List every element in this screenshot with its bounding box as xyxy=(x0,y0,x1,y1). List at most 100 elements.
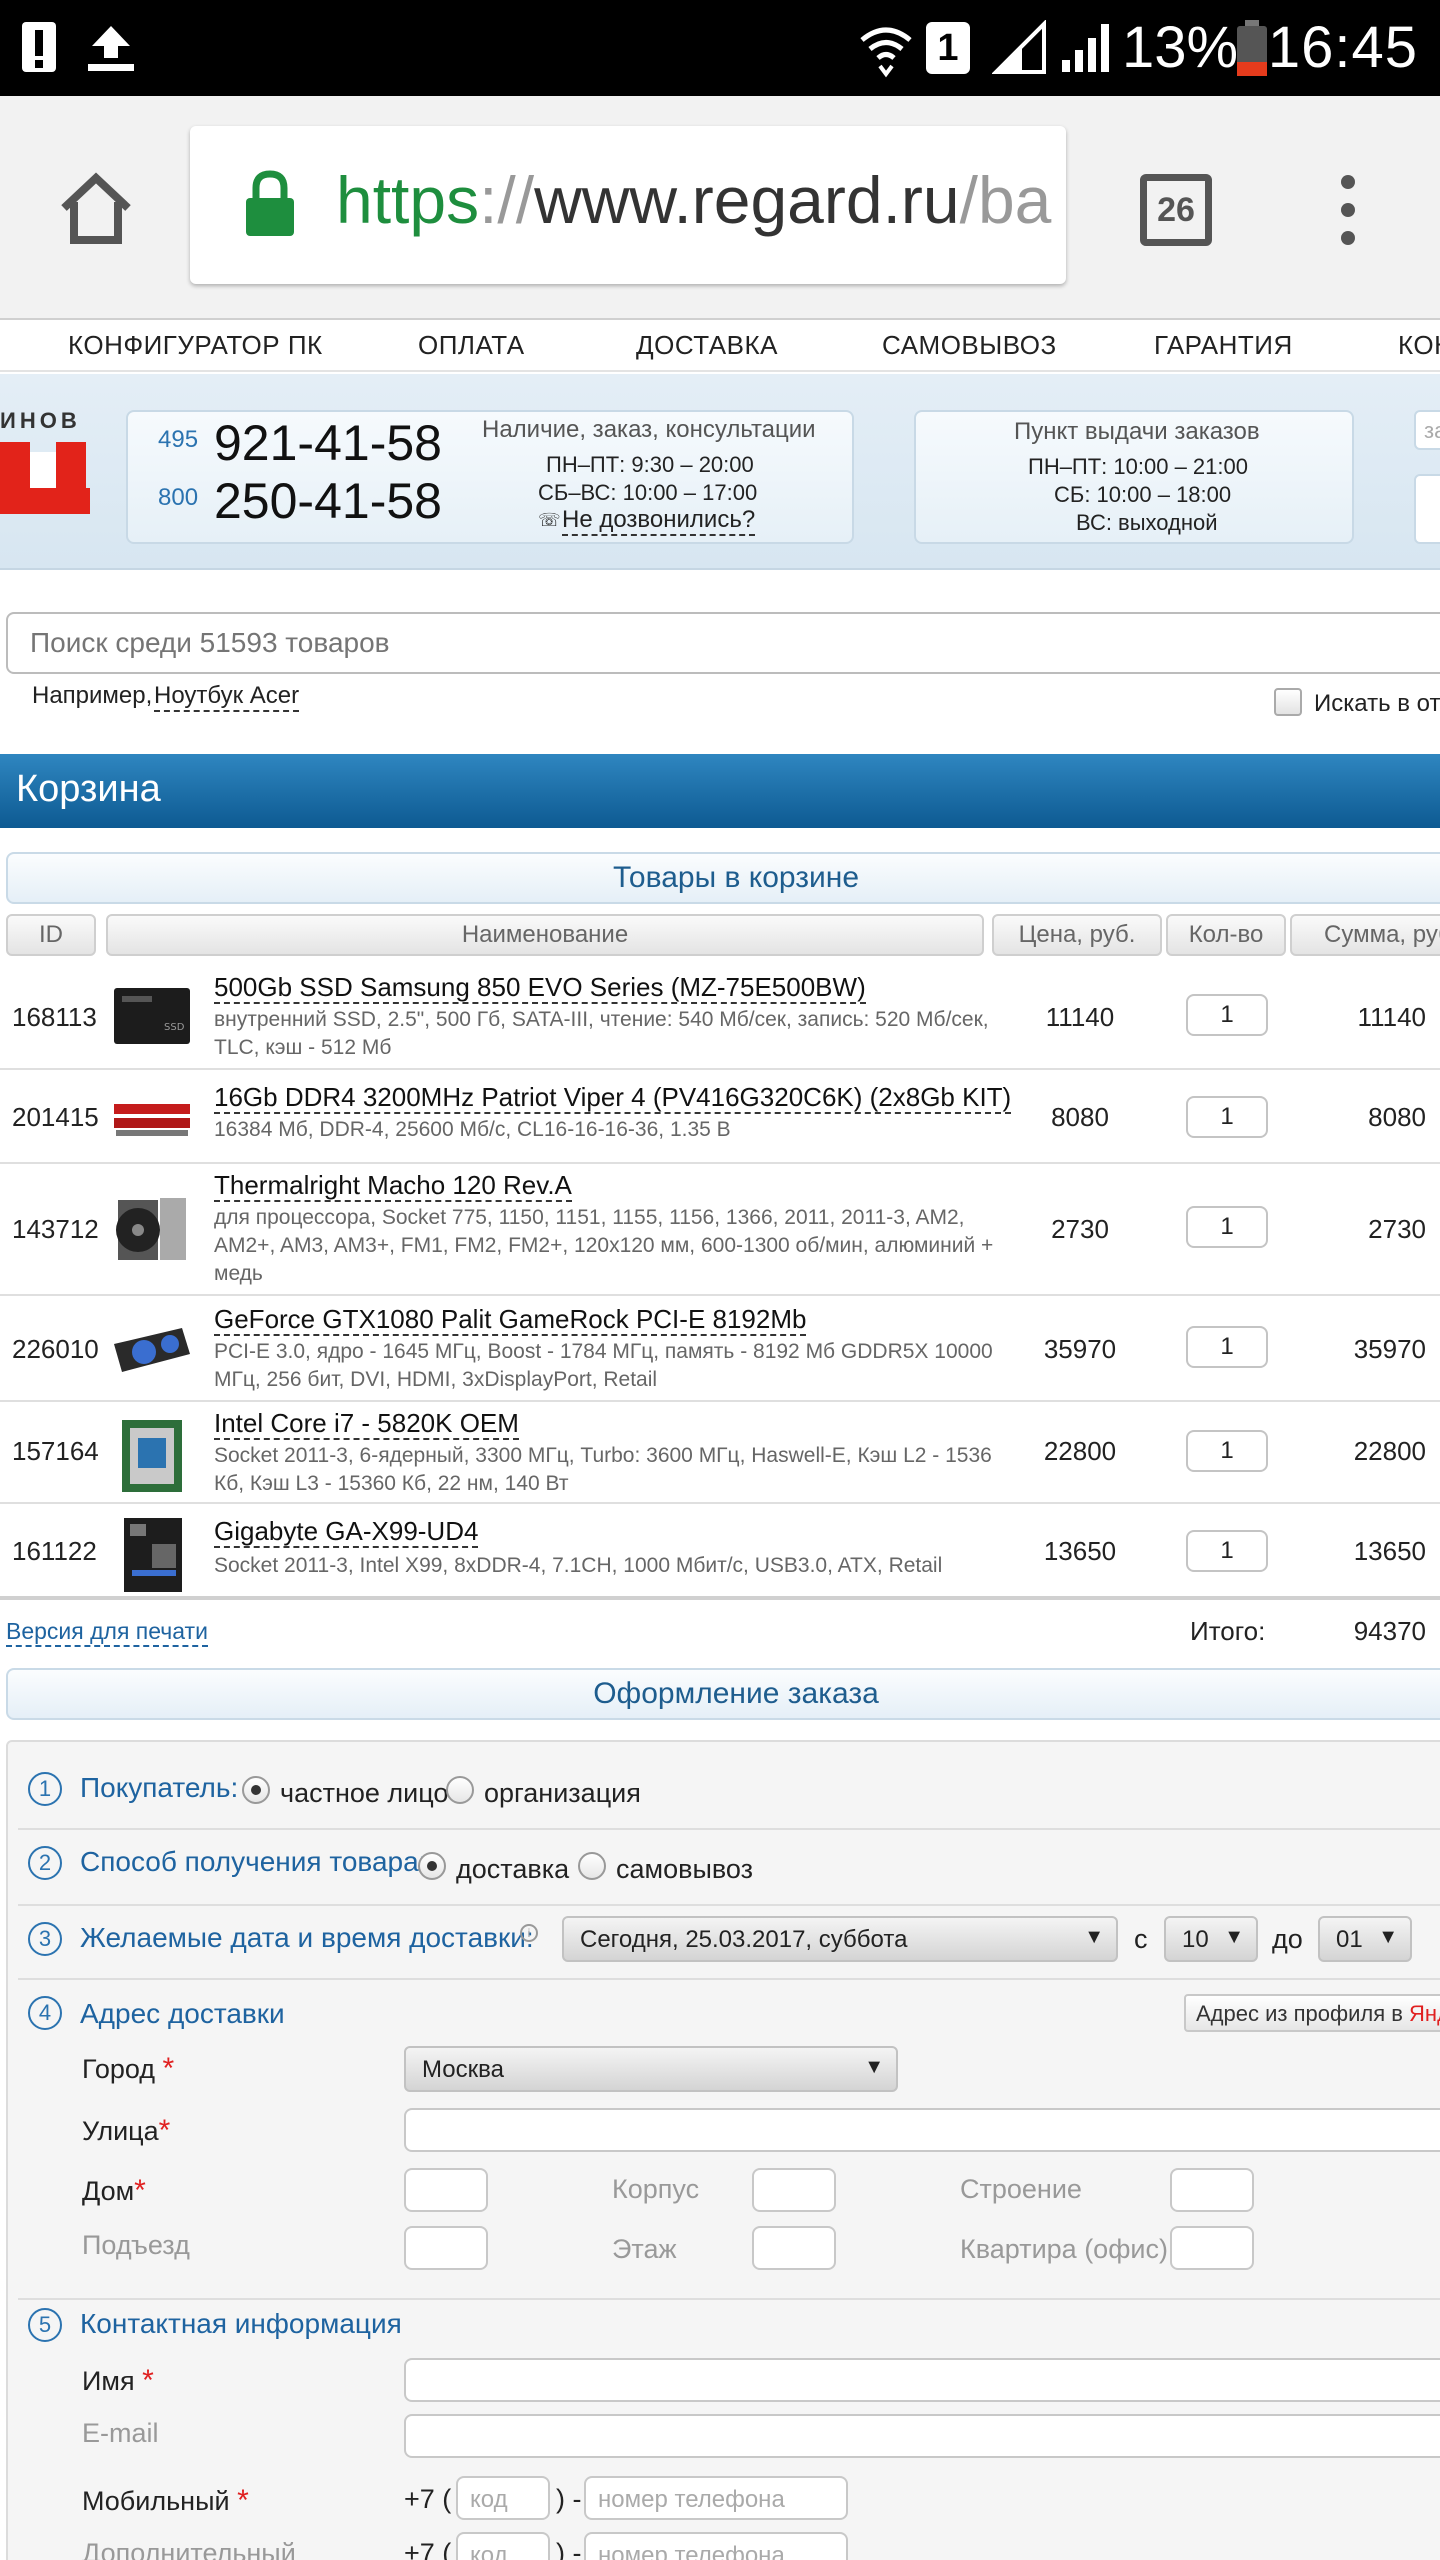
product-name-link[interactable]: Intel Core i7 - 5820K OEM xyxy=(214,1408,519,1440)
product-image[interactable]: SSD xyxy=(112,982,192,1052)
phone2-code: 800 xyxy=(158,484,199,511)
quantity-input[interactable]: 1 xyxy=(1186,994,1268,1036)
house-input[interactable] xyxy=(404,2168,488,2212)
product-image[interactable] xyxy=(112,1190,192,1270)
phone2-number[interactable]: 250-41-58 xyxy=(214,472,442,530)
name-input[interactable] xyxy=(404,2358,1440,2402)
product-name-link[interactable]: GeForce GTX1080 Palit GameRock PCI-E 819… xyxy=(214,1304,807,1336)
address-label: Адрес доставки xyxy=(80,1998,285,2029)
podezd-input[interactable] xyxy=(404,2226,488,2270)
nav-item-delivery[interactable]: ДОСТАВКА xyxy=(636,330,778,361)
extra-phone-number-input[interactable]: номер телефона xyxy=(584,2532,848,2560)
korpus-input[interactable] xyxy=(752,2168,836,2212)
phone1-code: 495 xyxy=(158,426,199,453)
product-image[interactable] xyxy=(112,1314,192,1384)
product-name-link[interactable]: Thermalright Macho 120 Rev.A xyxy=(214,1170,572,1202)
quantity-input[interactable]: 1 xyxy=(1186,1530,1268,1572)
profile-address-button[interactable]: Адрес из профиля в Янд xyxy=(1184,1994,1440,2032)
house-label: Дом* xyxy=(82,2174,146,2207)
logo[interactable] xyxy=(0,442,90,514)
delivery-date-select[interactable]: Сегодня, 25.03.2017, суббота ▼ xyxy=(562,1916,1118,1962)
product-name-link[interactable]: Gigabyte GA-X99-UD4 xyxy=(214,1516,479,1548)
logo-text: ИНОВ xyxy=(0,408,81,433)
more-menu-icon[interactable] xyxy=(1330,170,1366,250)
site-header: ИНОВ 495 921-41-58 800 250-41-58 Наличие… xyxy=(0,374,1440,570)
home-icon[interactable] xyxy=(56,168,136,248)
time-to-select[interactable]: 01 ▼ xyxy=(1318,1916,1412,1962)
row-id: 201415 xyxy=(12,1102,99,1132)
delivery-label: доставка xyxy=(456,1854,570,1884)
buyer-organization-label: организация xyxy=(484,1778,641,1808)
profile-address-text: Адрес из профиля в xyxy=(1196,2001,1410,2026)
product-description: для процессора, Socket 775, 1150, 1151, … xyxy=(214,1206,994,1285)
street-input[interactable] xyxy=(404,2108,1440,2152)
order-section-title: Оформление заказа xyxy=(6,1668,1440,1720)
product-price: 13650 xyxy=(1043,1536,1117,1566)
nav-item-contacts[interactable]: КОНТ xyxy=(1398,330,1440,361)
divider xyxy=(18,1828,1440,1830)
battery-icon xyxy=(1237,20,1267,76)
delivery-radio[interactable] xyxy=(418,1852,446,1880)
required-mark: * xyxy=(237,2484,249,2517)
info-icon[interactable]: i xyxy=(520,1924,538,1942)
profile-address-brand: Янд xyxy=(1409,2001,1440,2026)
pickup-radio[interactable] xyxy=(578,1852,606,1880)
time-to-value: 01 xyxy=(1336,1926,1363,1953)
time-from-select[interactable]: 10 ▼ xyxy=(1164,1916,1258,1962)
product-image[interactable] xyxy=(112,1082,192,1152)
kvartira-input[interactable] xyxy=(1170,2226,1254,2270)
required-mark: * xyxy=(142,2364,154,2397)
quantity-input[interactable]: 1 xyxy=(1186,1096,1268,1138)
quantity-input[interactable]: 1 xyxy=(1186,1206,1268,1248)
cart-title: Корзина xyxy=(0,754,1440,828)
search-in-category-checkbox[interactable] xyxy=(1274,688,1302,716)
sim-slot-icon: 1 xyxy=(926,22,970,74)
product-name-link[interactable]: 500Gb SSD Samsung 850 EVO Series (MZ-75E… xyxy=(214,972,866,1004)
phone1-number[interactable]: 921-41-58 xyxy=(214,414,442,472)
buyer-organization-radio[interactable] xyxy=(446,1776,474,1804)
etazh-input[interactable] xyxy=(752,2226,836,2270)
product-image[interactable] xyxy=(112,1416,192,1496)
step-number: 5 xyxy=(28,2308,62,2342)
product-name-link[interactable]: 16Gb DDR4 3200MHz Patriot Viper 4 (PV416… xyxy=(214,1082,1012,1114)
nav-item-pickup[interactable]: САМОВЫВОЗ xyxy=(882,330,1057,361)
stroenie-label: Строение xyxy=(960,2174,1082,2204)
stroenie-input[interactable] xyxy=(1170,2168,1254,2212)
korpus-label: Корпус xyxy=(612,2174,700,2204)
print-version-link[interactable]: Версия для печати xyxy=(6,1618,208,1647)
dropdown-arrow-icon: ▼ xyxy=(1224,1926,1244,1948)
hours-weekend: СБ–ВС: 10:00 – 17:00 xyxy=(538,480,758,505)
quantity-input[interactable]: 1 xyxy=(1186,1430,1268,1472)
tab-switcher-button[interactable]: 26 xyxy=(1140,174,1212,246)
city-value: Москва xyxy=(422,2056,504,2083)
step-number: 2 xyxy=(28,1846,62,1880)
header-side-input[interactable]: за xyxy=(1414,410,1440,450)
city-select[interactable]: Москва ▼ xyxy=(404,2046,898,2092)
extra-phone-code-input[interactable]: код xyxy=(456,2532,550,2560)
nav-item-configurator[interactable]: КОНФИГУРАТОР ПК xyxy=(68,330,323,361)
product-sum: 22800 xyxy=(1353,1436,1426,1466)
browser-toolbar: https://www.regard.ru/ba 26 xyxy=(0,96,1440,320)
pickup-sunday: ВС: выходной xyxy=(1076,510,1218,535)
email-input[interactable] xyxy=(404,2414,1440,2458)
callback-link[interactable]: Не дозвонились? xyxy=(562,506,756,536)
search-example-link[interactable]: Ноутбук Acer xyxy=(154,682,300,712)
mobile-code-input[interactable]: код xyxy=(456,2476,550,2520)
signal-icon xyxy=(992,20,1046,74)
col-name: Наименование xyxy=(106,914,984,956)
product-image[interactable] xyxy=(112,1514,192,1594)
search-input[interactable] xyxy=(6,612,1440,674)
address-bar[interactable]: https://www.regard.ru/ba xyxy=(190,126,1066,284)
row-id: 226010 xyxy=(12,1334,99,1364)
nav-item-warranty[interactable]: ГАРАНТИЯ xyxy=(1154,330,1293,361)
pickup-box: Пункт выдачи заказов ПН–ПТ: 10:00 – 21:0… xyxy=(914,410,1354,544)
quantity-input[interactable]: 1 xyxy=(1186,1326,1268,1368)
hours-weekdays: ПН–ПТ: 9:30 – 20:00 xyxy=(546,452,754,477)
pickup-weekdays: ПН–ПТ: 10:00 – 21:00 xyxy=(1028,454,1248,479)
buyer-private-radio[interactable] xyxy=(242,1776,270,1804)
nav-item-payment[interactable]: ОПЛАТА xyxy=(418,330,525,361)
mobile-number-input[interactable]: номер телефона xyxy=(584,2476,848,2520)
extra-phone-prefix: +7 ( xyxy=(404,2538,452,2560)
extra-phone-separator: ) - xyxy=(556,2538,582,2560)
step-number: 4 xyxy=(28,1996,62,2030)
